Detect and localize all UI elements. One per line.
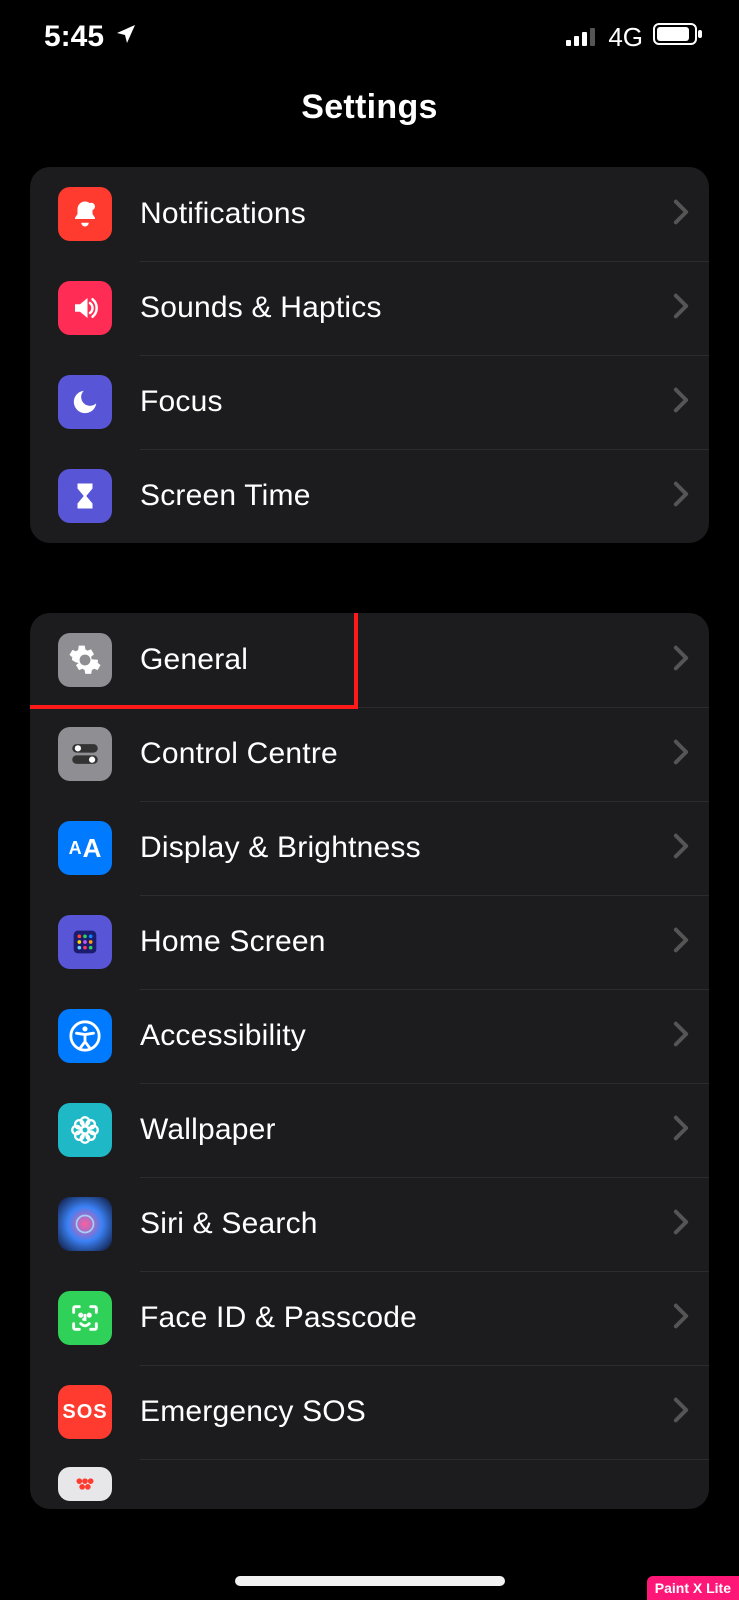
row-label: General [140,643,673,677]
row-exposure[interactable] [30,1459,709,1509]
speaker-icon [58,281,112,335]
bell-icon [58,187,112,241]
chevron-right-icon [673,199,689,230]
row-label: Siri & Search [140,1207,673,1241]
settings-group-2: General Control Centre AA Display & Brig… [30,613,709,1509]
header: Settings [0,64,739,167]
network-label: 4G [608,22,643,53]
chevron-right-icon [673,645,689,676]
row-faceid[interactable]: Face ID & Passcode [30,1271,709,1365]
chevron-right-icon [673,1397,689,1428]
chevron-right-icon [673,927,689,958]
chevron-right-icon [673,1021,689,1052]
faceid-icon [58,1291,112,1345]
chevron-right-icon [673,1303,689,1334]
row-accessibility[interactable]: Accessibility [30,989,709,1083]
watermark: Paint X Lite [647,1576,739,1600]
row-focus[interactable]: Focus [30,355,709,449]
chevron-right-icon [673,739,689,770]
row-siri[interactable]: Siri & Search [30,1177,709,1271]
row-label: Emergency SOS [140,1395,673,1429]
chevron-right-icon [673,833,689,864]
toggles-icon [58,727,112,781]
home-indicator[interactable] [235,1576,505,1586]
page-title: Settings [0,88,739,127]
moon-icon [58,375,112,429]
row-sounds[interactable]: Sounds & Haptics [30,261,709,355]
battery-icon [653,20,703,54]
settings-group-1: Notifications Sounds & Haptics Focus Scr… [30,167,709,543]
hourglass-icon [58,469,112,523]
row-label: Accessibility [140,1019,673,1053]
row-display[interactable]: AA Display & Brightness [30,801,709,895]
status-bar: 5:45 4G [0,0,739,64]
grid-icon [58,915,112,969]
cellular-signal-icon [566,20,598,54]
status-time: 5:45 [44,20,104,54]
status-right: 4G [566,20,703,54]
row-wallpaper[interactable]: Wallpaper [30,1083,709,1177]
row-label: Wallpaper [140,1113,673,1147]
flower-icon [58,1103,112,1157]
row-sos[interactable]: SOS Emergency SOS [30,1365,709,1459]
row-general[interactable]: General [30,613,709,707]
row-homescreen[interactable]: Home Screen [30,895,709,989]
siri-icon [58,1197,112,1251]
location-icon [114,20,138,54]
row-label: Notifications [140,197,673,231]
gear-icon [58,633,112,687]
chevron-right-icon [673,1209,689,1240]
aa-icon: AA [58,821,112,875]
settings-content: Notifications Sounds & Haptics Focus Scr… [0,167,739,1509]
chevron-right-icon [673,293,689,324]
sos-icon: SOS [58,1385,112,1439]
chevron-right-icon [673,481,689,512]
row-label: Sounds & Haptics [140,291,673,325]
row-label: Display & Brightness [140,831,673,865]
chevron-right-icon [673,387,689,418]
row-screentime[interactable]: Screen Time [30,449,709,543]
accessibility-icon [58,1009,112,1063]
exposure-icon [58,1467,112,1501]
row-controlcentre[interactable]: Control Centre [30,707,709,801]
row-label: Focus [140,385,673,419]
row-label: Face ID & Passcode [140,1301,673,1335]
row-notifications[interactable]: Notifications [30,167,709,261]
chevron-right-icon [673,1115,689,1146]
row-label: Control Centre [140,737,673,771]
row-label: Home Screen [140,925,673,959]
status-left: 5:45 [44,20,138,54]
row-label: Screen Time [140,479,673,513]
